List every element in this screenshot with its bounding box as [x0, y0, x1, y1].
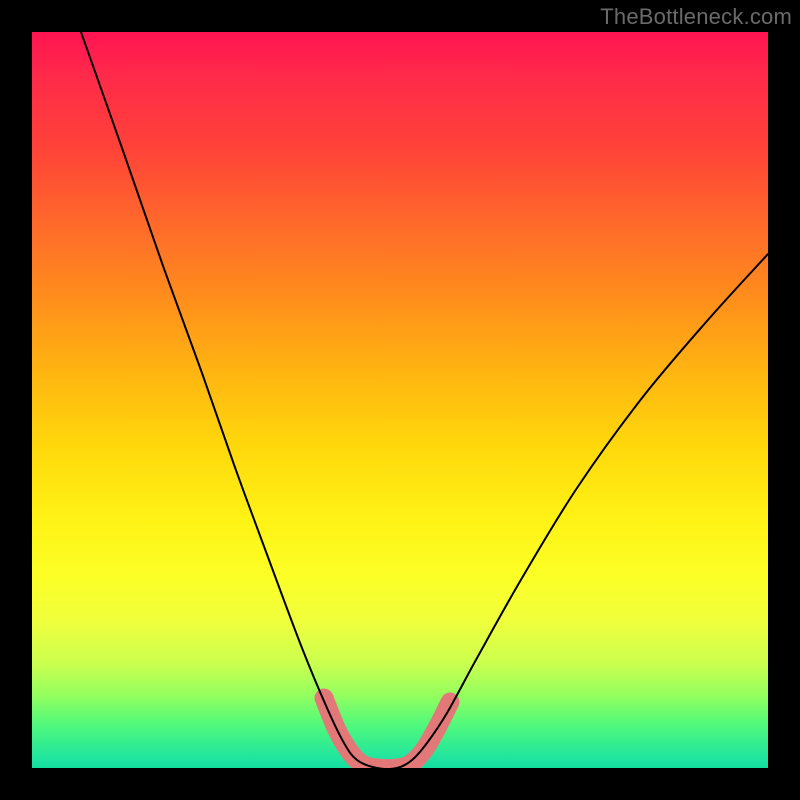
bottleneck-curve	[81, 32, 768, 768]
chart-container: TheBottleneck.com	[0, 0, 800, 800]
watermark-text: TheBottleneck.com	[600, 4, 792, 30]
plot-area	[32, 32, 768, 768]
curve-svg	[32, 32, 768, 768]
optimal-range-highlight	[324, 698, 450, 768]
